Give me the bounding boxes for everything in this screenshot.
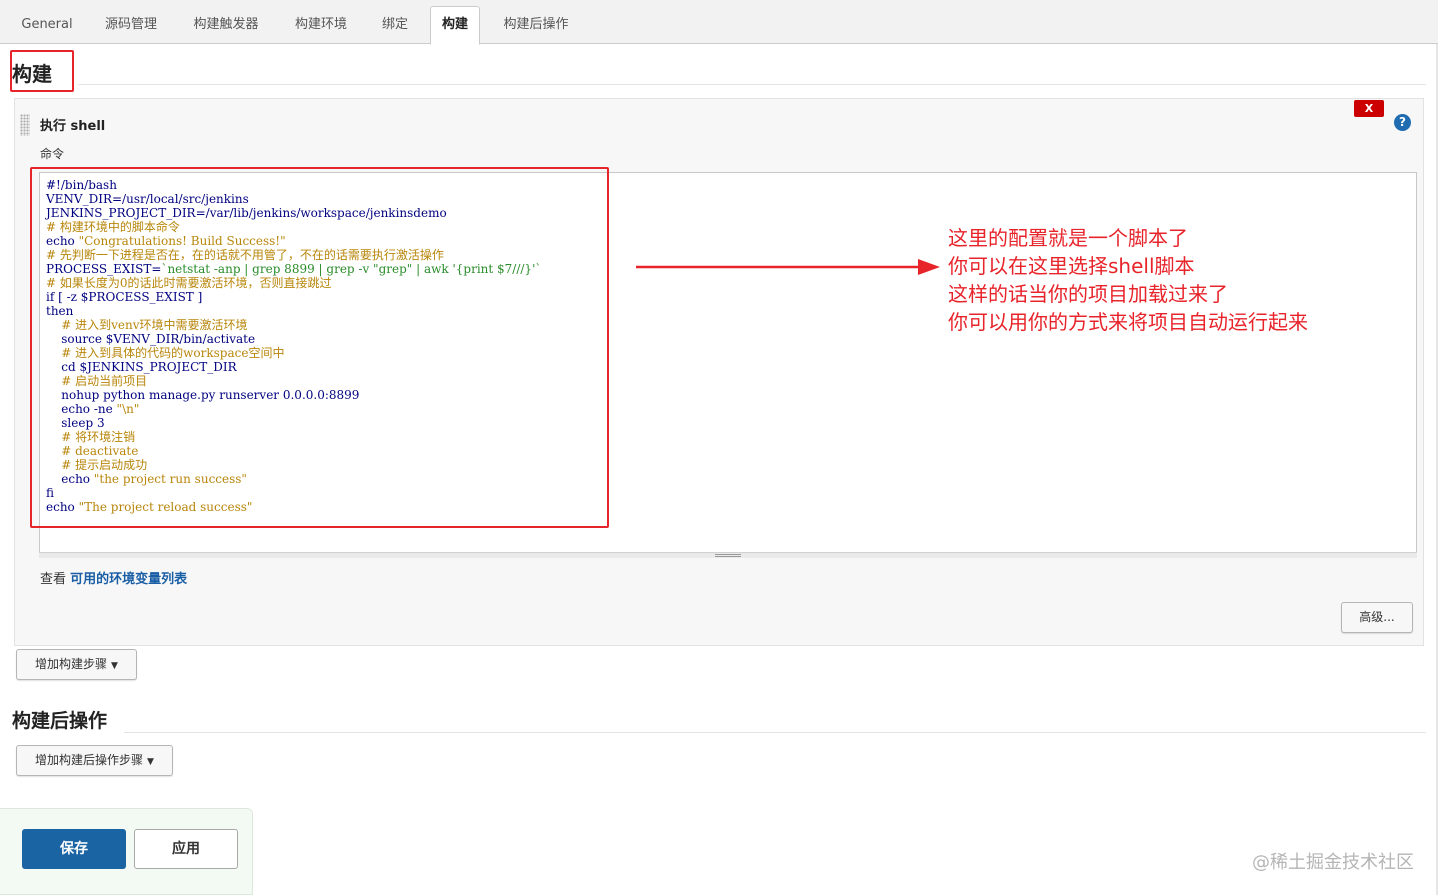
post-build-section-title: 构建后操作 <box>12 710 108 732</box>
env-vars-link[interactable]: 可用的环境变量列表 <box>70 572 187 587</box>
annotation-line: 这样的话当你的项目加载过来了 <box>948 282 1228 306</box>
command-label: 命令 <box>40 147 65 161</box>
tab-general[interactable]: General <box>12 8 82 44</box>
drag-handle-icon[interactable] <box>20 114 30 136</box>
annotation-line: 你可以在这里选择shell脚本 <box>948 254 1195 278</box>
help-icon[interactable]: ? <box>1394 114 1411 131</box>
apply-button[interactable]: 应用 <box>134 829 238 869</box>
env-vars-hint: 查看 可用的环境变量列表 <box>40 568 187 587</box>
env-prefix: 查看 <box>40 572 71 587</box>
annotation-line: 你可以用你的方式来将项目自动运行起来 <box>948 310 1308 334</box>
annotation-arrow-icon <box>636 259 940 275</box>
add-post-build-step-button[interactable]: 增加构建后操作步骤 ▼ <box>16 745 173 776</box>
resize-grip-icon[interactable] <box>715 554 741 557</box>
delete-step-button[interactable]: X <box>1354 100 1384 117</box>
config-tabs: General 源码管理 构建触发器 构建环境 绑定 构建 构建后操作 <box>0 0 1438 45</box>
tab-bindings[interactable]: 绑定 <box>370 8 420 44</box>
annotation-text: 这里的配置就是一个脚本了 你可以在这里选择shell脚本 这样的话当你的项目加载… <box>948 224 1308 336</box>
add-build-step-button[interactable]: 增加构建步骤 ▼ <box>16 649 137 680</box>
add-post-build-step-label: 增加构建后操作步骤 <box>35 753 144 767</box>
tab-post-build[interactable]: 构建后操作 <box>490 8 582 44</box>
caret-down-icon: ▼ <box>111 661 118 671</box>
caret-down-icon: ▼ <box>147 757 154 767</box>
tab-build[interactable]: 构建 <box>430 6 480 45</box>
script-highlight-box <box>30 167 609 528</box>
tab-build-environment[interactable]: 构建环境 <box>282 8 360 44</box>
annotation-line: 这里的配置就是一个脚本了 <box>948 226 1188 250</box>
tab-scm[interactable]: 源码管理 <box>92 8 170 44</box>
section-divider <box>78 84 1426 85</box>
title-highlight-box <box>10 50 74 92</box>
tab-build-triggers[interactable]: 构建触发器 <box>180 8 272 44</box>
advanced-button[interactable]: 高级... <box>1341 602 1413 633</box>
step-title: 执行 shell <box>40 119 106 134</box>
watermark-text: @稀土掘金技术社区 <box>1252 852 1414 873</box>
post-build-divider <box>124 732 1426 733</box>
add-build-step-label: 增加构建步骤 <box>35 657 108 671</box>
save-button[interactable]: 保存 <box>22 829 126 869</box>
